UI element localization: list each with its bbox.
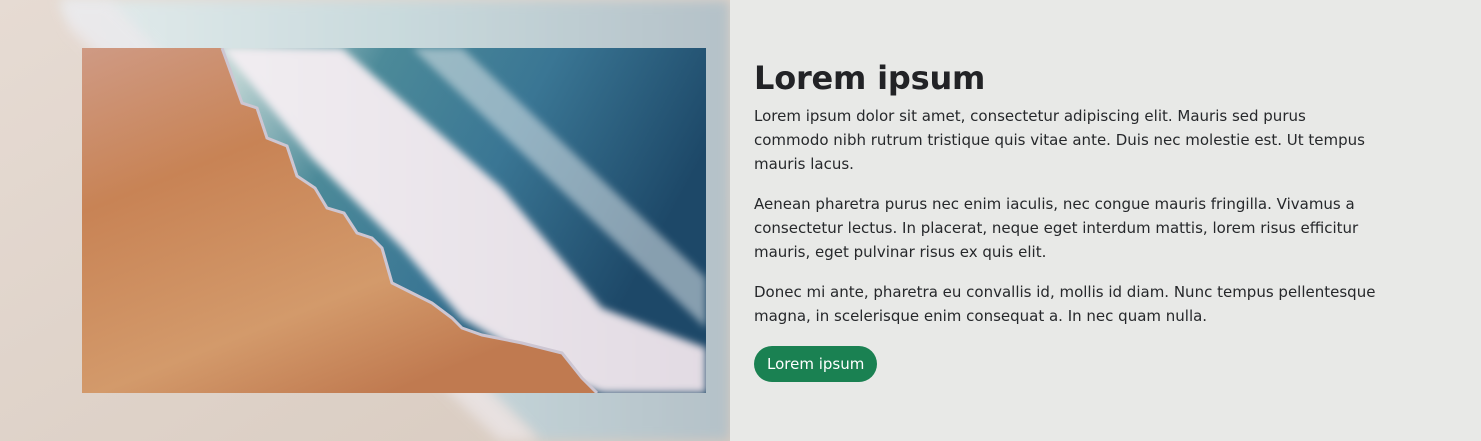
paragraph-1: Lorem ipsum dolor sit amet, consectetur … — [754, 107, 1365, 173]
section-heading: Lorem ipsum — [754, 59, 986, 97]
beach-aerial-image — [82, 48, 706, 393]
feature-section: Lorem ipsum Lorem ipsum dolor sit amet, … — [0, 0, 1481, 441]
content-block: Lorem ipsum Lorem ipsum dolor sit amet, … — [754, 58, 1384, 382]
paragraph-3: Donec mi ante, pharetra eu convallis id,… — [754, 283, 1376, 325]
paragraph-2: Aenean pharetra purus nec enim iaculis, … — [754, 195, 1359, 261]
content-panel: Lorem ipsum Lorem ipsum dolor sit amet, … — [730, 0, 1481, 441]
cta-button[interactable]: Lorem ipsum — [754, 346, 878, 382]
